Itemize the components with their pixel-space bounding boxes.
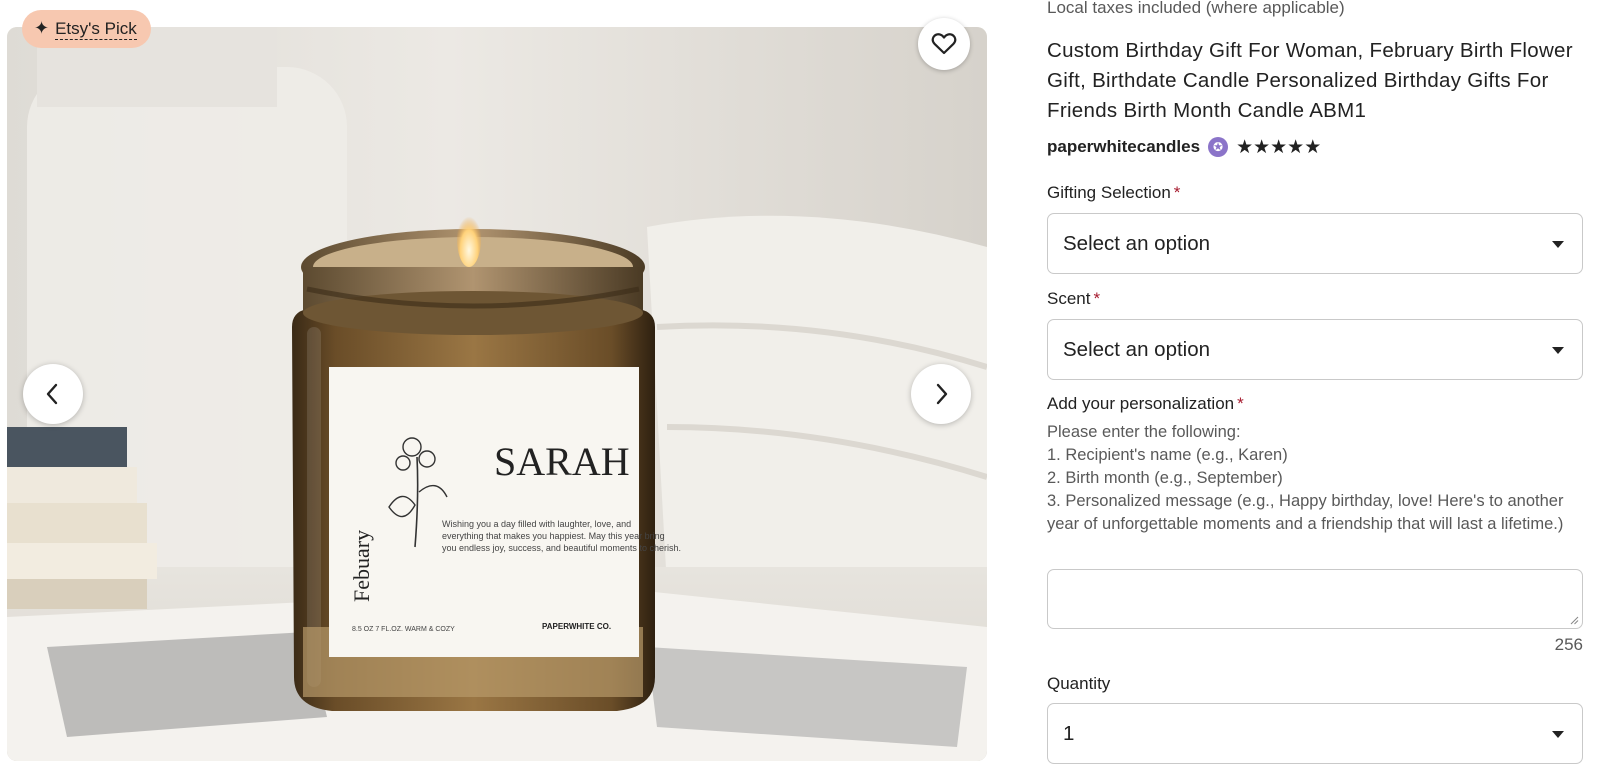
required-asterisk: * [1093,289,1101,308]
candle-label-footer: 8.5 OZ 7 FL.OZ. WARM & COZY [352,626,455,633]
etsys-pick-badge[interactable]: ✦ Etsy's Pick [22,10,151,48]
personalization-label: Add your personalization * [1047,394,1244,413]
chevron-right-icon [936,383,948,405]
candle-label-message-2: everything that makes you happiest. May … [442,531,665,541]
listing-title: Custom Birthday Gift For Woman, February… [1047,39,1573,122]
product-photo: SARAH Febuary Wishing you a day filled w… [7,27,987,761]
star-seller-badge-icon[interactable]: ✪ [1208,137,1229,157]
shop-name-link[interactable]: paperwhitecandles [1047,137,1200,157]
favorite-button[interactable] [918,18,970,70]
candle-label-message-3: you endless joy, success, and beautiful … [442,543,681,553]
candle-label-brand: PAPERWHITE CO. [542,622,611,631]
sparkle-icon: ✦ [34,18,50,39]
instruction-line: 1. Recipient's name (e.g., Karen) [1047,446,1288,464]
previous-image-button[interactable] [23,364,83,424]
tax-note: Local taxes included (where applicable) [1047,0,1345,17]
resize-handle-icon[interactable] [1569,615,1579,625]
seller-row: paperwhitecandles ✪ ★★★★★ [1047,135,1321,159]
gifting-selection-label: Gifting Selection * [1047,183,1181,202]
caret-down-icon [1552,730,1564,738]
rating-stars[interactable]: ★★★★★ [1236,136,1321,158]
personalization-instructions: Please enter the following: 1. Recipient… [1047,421,1583,536]
instruction-line: Please enter the following: [1047,423,1241,441]
quantity-value: 1 [1063,721,1075,745]
instruction-line: 3. Personalized message (e.g., Happy bir… [1047,492,1564,533]
instruction-line: 2. Birth month (e.g., September) [1047,469,1283,487]
scent-value: Select an option [1063,337,1211,361]
required-asterisk: * [1237,394,1244,413]
personalization-textarea[interactable] [1047,569,1583,629]
listing-image-carousel[interactable]: SARAH Febuary Wishing you a day filled w… [7,27,987,761]
caret-down-icon [1552,346,1564,354]
required-asterisk: * [1173,183,1181,202]
scent-label: Scent * [1047,289,1101,308]
etsys-pick-label: Etsy's Pick [55,18,137,40]
quantity-dropdown[interactable]: 1 [1047,703,1583,764]
gifting-selection-value: Select an option [1063,231,1211,255]
candle-label-name: SARAH [494,439,630,484]
next-image-button[interactable] [911,364,971,424]
scent-dropdown[interactable]: Select an option [1047,319,1583,380]
gifting-selection-dropdown[interactable]: Select an option [1047,213,1583,274]
heart-icon [931,33,957,55]
quantity-label: Quantity [1047,674,1111,693]
candle-label-month: Febuary [349,530,374,602]
caret-down-icon [1552,240,1564,248]
chevron-left-icon [46,383,58,405]
character-count: 256 [1554,635,1583,654]
candle-label-message-1: Wishing you a day filled with laughter, … [442,519,631,529]
